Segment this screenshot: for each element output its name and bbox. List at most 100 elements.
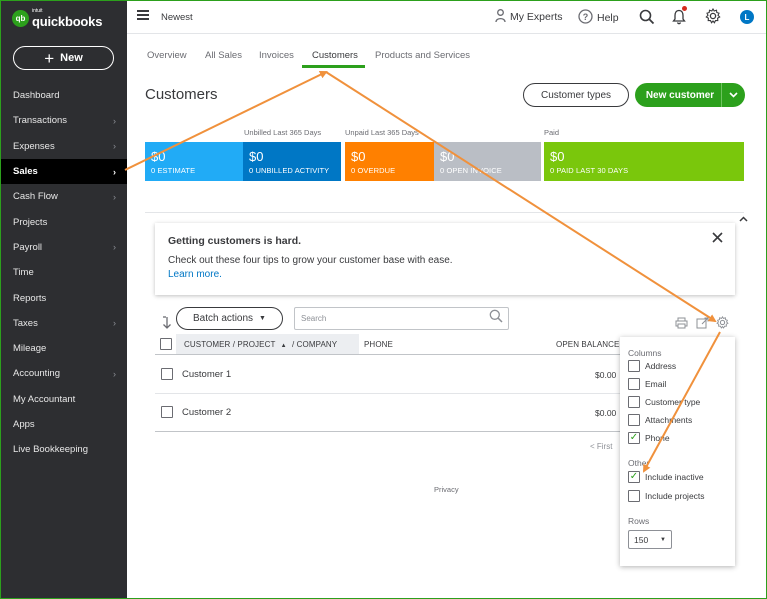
new-customer-button[interactable]: New customer bbox=[635, 83, 745, 107]
chevron-right-icon: › bbox=[113, 368, 116, 379]
checkbox[interactable] bbox=[628, 360, 640, 372]
new-button[interactable]: + New bbox=[13, 46, 114, 70]
sort-arrow-icon[interactable] bbox=[162, 316, 172, 332]
top-bar: Newest My Experts ? Help L bbox=[127, 0, 767, 34]
overdue-tile[interactable]: $0 0 OVERDUE bbox=[345, 142, 434, 181]
rows-section-label: Rows bbox=[628, 516, 650, 526]
table-settings-dropdown: Columns Address Email Customer type Atta… bbox=[620, 337, 735, 566]
unbilled-activity-tile[interactable]: $0 0 UNBILLED ACTIVITY bbox=[243, 142, 341, 181]
checkbox[interactable] bbox=[628, 378, 640, 390]
checkbox[interactable] bbox=[628, 490, 640, 502]
privacy-link[interactable]: Privacy bbox=[434, 485, 459, 494]
sidebar-item-dashboard[interactable]: Dashboard bbox=[0, 83, 127, 108]
sidebar-item-sales[interactable]: Sales › bbox=[0, 158, 127, 185]
open-balance: $0.00 bbox=[595, 408, 617, 418]
checkmark-icon[interactable]: ✓ bbox=[628, 471, 640, 483]
chevron-up-icon[interactable] bbox=[739, 214, 748, 224]
tile-label: 0 UNBILLED ACTIVITY bbox=[249, 166, 330, 175]
gear-icon[interactable] bbox=[705, 8, 721, 24]
customer-name[interactable]: Customer 1 bbox=[182, 369, 231, 380]
my-experts-button[interactable]: My Experts bbox=[495, 9, 563, 25]
tip-body: Check out these four tips to grow your c… bbox=[168, 255, 453, 266]
tab-invoices[interactable]: Invoices bbox=[259, 50, 294, 61]
tab-products-and-services[interactable]: Products and Services bbox=[375, 50, 470, 61]
search-icon[interactable] bbox=[639, 9, 655, 25]
person-icon bbox=[495, 9, 506, 25]
table-header: CUSTOMER / PROJECT ▲ / COMPANY PHONE OPE… bbox=[155, 334, 622, 355]
tab-customers[interactable]: Customers bbox=[312, 50, 358, 61]
sidebar-item-reports[interactable]: Reports bbox=[0, 285, 127, 310]
company-name: Newest bbox=[161, 12, 193, 23]
sidebar-item-taxes[interactable]: Taxes › bbox=[0, 311, 127, 336]
sidebar-item-live-bookkeeping[interactable]: Live Bookkeeping bbox=[0, 437, 127, 462]
new-customer-label: New customer bbox=[645, 89, 715, 101]
select-all-checkbox[interactable] bbox=[160, 338, 172, 350]
help-button[interactable]: ? Help bbox=[578, 9, 619, 26]
avatar[interactable]: L bbox=[740, 10, 754, 24]
column-header-customer[interactable]: CUSTOMER / PROJECT ▲ / COMPANY bbox=[184, 340, 337, 349]
sidebar-item-projects[interactable]: Projects bbox=[0, 209, 127, 234]
sidebar-item-accounting[interactable]: Accounting › bbox=[0, 361, 127, 386]
sidebar-item-apps[interactable]: Apps bbox=[0, 412, 127, 437]
checkbox[interactable] bbox=[628, 414, 640, 426]
chevron-right-icon: › bbox=[113, 318, 116, 329]
search-input[interactable] bbox=[294, 307, 509, 330]
table-row[interactable]: Customer 1 $0.00 bbox=[155, 356, 622, 394]
estimate-tile[interactable]: $0 0 ESTIMATE bbox=[145, 142, 243, 181]
paid-tile[interactable]: $0 0 PAID LAST 30 DAYS bbox=[544, 142, 744, 181]
column-option-attachments[interactable]: Attachments bbox=[628, 414, 692, 426]
rows-per-page-select[interactable]: 150 ▼ bbox=[628, 530, 672, 549]
close-icon[interactable] bbox=[712, 230, 723, 247]
tab-all-sales[interactable]: All Sales bbox=[205, 50, 242, 61]
batch-actions-button[interactable]: Batch actions ▼ bbox=[176, 307, 283, 330]
column-option-address[interactable]: Address bbox=[628, 360, 676, 372]
sidebar-item-mileage[interactable]: Mileage bbox=[0, 336, 127, 361]
learn-more-link[interactable]: Learn more. bbox=[168, 269, 222, 280]
column-option-phone[interactable]: ✓ Phone bbox=[628, 432, 670, 444]
tile-label: 0 OVERDUE bbox=[351, 166, 396, 175]
customer-types-button[interactable]: Customer types bbox=[523, 83, 629, 107]
open-invoice-tile[interactable]: $0 0 OPEN INVOICE bbox=[434, 142, 541, 181]
search-icon[interactable] bbox=[489, 309, 503, 326]
tip-title: Getting customers is hard. bbox=[168, 235, 302, 247]
chevron-down-icon[interactable] bbox=[721, 83, 745, 107]
chevron-right-icon: › bbox=[113, 191, 116, 202]
customer-name[interactable]: Customer 2 bbox=[182, 407, 231, 418]
table-row[interactable]: Customer 2 $0.00 bbox=[155, 394, 622, 432]
notification-badge bbox=[682, 6, 687, 11]
logo-name-text: quickbooks bbox=[32, 13, 103, 29]
print-icon[interactable] bbox=[675, 317, 688, 332]
column-option-customer-type[interactable]: Customer type bbox=[628, 396, 700, 408]
sidebar-item-transactions[interactable]: Transactions › bbox=[0, 108, 127, 133]
tab-overview[interactable]: Overview bbox=[147, 50, 187, 61]
row-checkbox[interactable] bbox=[161, 368, 173, 380]
table-settings-gear-icon[interactable] bbox=[716, 315, 729, 332]
checkbox[interactable] bbox=[628, 396, 640, 408]
sort-ascending-icon: ▲ bbox=[280, 343, 287, 349]
chevron-right-icon: › bbox=[113, 166, 116, 177]
option-include-inactive[interactable]: ✓ Include inactive bbox=[628, 471, 704, 483]
chevron-right-icon: › bbox=[113, 242, 116, 253]
chevron-right-icon: › bbox=[113, 115, 116, 126]
tile-amount: $0 bbox=[249, 149, 264, 164]
option-include-projects[interactable]: Include projects bbox=[628, 490, 705, 502]
sidebar-item-payroll[interactable]: Payroll › bbox=[0, 235, 127, 260]
row-checkbox[interactable] bbox=[161, 406, 173, 418]
menu-icon[interactable] bbox=[137, 10, 149, 20]
sidebar-item-my-accountant[interactable]: My Accountant bbox=[0, 387, 127, 412]
sidebar-item-expenses[interactable]: Expenses › bbox=[0, 134, 127, 159]
first-page-link[interactable]: < First bbox=[590, 442, 612, 451]
checkmark-icon[interactable]: ✓ bbox=[628, 432, 640, 444]
column-option-email[interactable]: Email bbox=[628, 378, 666, 390]
export-icon[interactable] bbox=[696, 317, 709, 332]
column-header-open-balance[interactable]: OPEN BALANCE bbox=[556, 340, 619, 349]
quickbooks-logo[interactable]: qb intuit quickbooks bbox=[12, 8, 102, 28]
sidebar-item-time[interactable]: Time bbox=[0, 260, 127, 285]
logo-badge-icon: qb bbox=[12, 9, 29, 27]
column-header-phone[interactable]: PHONE bbox=[364, 340, 393, 349]
sidebar-item-cash-flow[interactable]: Cash Flow › bbox=[0, 184, 127, 209]
unpaid-caption: Unpaid Last 365 Days bbox=[345, 128, 419, 137]
tile-label: 0 OPEN INVOICE bbox=[440, 166, 502, 175]
caret-down-icon: ▼ bbox=[660, 536, 666, 543]
bell-icon[interactable] bbox=[672, 9, 686, 25]
